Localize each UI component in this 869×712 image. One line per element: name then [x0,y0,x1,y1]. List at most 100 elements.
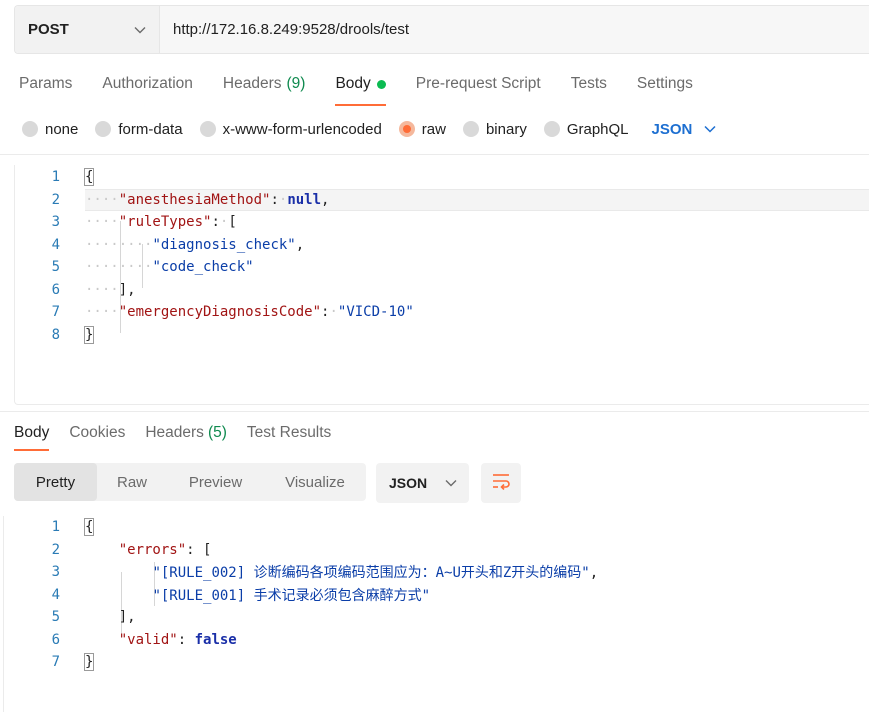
line-number: 3 [51,564,60,581]
view-preview[interactable]: Preview [167,463,264,501]
tab-label: Headers [222,75,282,92]
tab-label: Pre-request Script [415,75,541,92]
json-string: "[RULE_001] 手术记录必须包含麻醉方式" [152,587,431,604]
tab-label: Authorization [102,75,193,92]
line-number: 5 [51,609,60,626]
url-input[interactable]: http://172.16.8.249:9528/drools/test [160,6,869,53]
view-pretty[interactable]: Pretty [14,463,97,501]
line-number: 7 [51,654,60,671]
code-line: 6 ····], [15,279,869,302]
line-number: 1 [51,169,60,186]
radio-graphql[interactable]: GraphQL [543,120,629,138]
line-number: 2 [51,541,60,558]
code-line: 7 } [4,651,869,674]
json-value: false [194,631,237,648]
tab-authorization[interactable]: Authorization [102,72,192,96]
code-line: 2 "errors": [ [4,539,869,562]
code-line: 7 ····"emergencyDiagnosisCode":·"VICD-10… [15,301,869,324]
code-line: 1 { [4,516,869,539]
json-key: "ruleTypes" [118,214,212,231]
code-line: 1 { [15,166,869,189]
tab-label: Params [19,75,73,92]
radio-x-www-form-urlencoded[interactable]: x-www-form-urlencoded [199,120,382,138]
line-number: 7 [51,304,60,321]
view-mode-selector: Pretty Raw Preview Visualize [14,463,366,501]
tab-headers[interactable]: Headers (9) [223,72,306,96]
tab-label: Headers [145,424,204,441]
divider [0,411,869,412]
tab-pre-request-script[interactable]: Pre-request Script [416,72,541,96]
line-number: 4 [51,586,60,603]
response-body-viewer[interactable]: 1 { 2 "errors": [ 3 "[RULE_002] 诊断编码各项编码… [3,516,869,712]
radio-circle[interactable] [22,121,38,137]
tab-label: Body [335,75,371,92]
wrap-lines-icon [491,472,511,495]
line-number: 8 [51,326,60,343]
radio-circle[interactable] [543,121,560,137]
tab-settings[interactable]: Settings [637,72,693,96]
request-tabs: Params Authorization Headers (9) Body Pre… [19,72,723,106]
code-line: 4 ········"diagnosis_check", [15,234,869,257]
tab-label: Body [14,424,50,441]
tab-label: Settings [636,75,693,92]
radio-circle[interactable] [95,121,112,137]
line-number: 6 [51,281,60,298]
radio-none[interactable]: none [22,121,78,138]
code-line-active: 2 ····"anesthesiaMethod":·null, [15,188,869,212]
body-type-options: none form-data x-www-form-urlencoded raw… [22,118,718,140]
close-brace: } [83,653,95,672]
tab-tests[interactable]: Tests [571,72,607,96]
tab-label: Cookies [69,424,126,441]
wrap-lines-button[interactable] [481,463,521,503]
line-number: 3 [51,214,60,231]
chevron-down-icon [133,23,147,37]
headers-count: (9) [286,75,306,92]
body-format-select[interactable]: JSON [652,121,719,138]
line-number: 4 [51,236,60,253]
json-string: "code_check" [152,259,254,276]
code-line: 6 "valid": false [4,629,869,652]
body-status-dot [376,79,386,89]
method-select[interactable]: POST [15,6,160,53]
close-brace: } [83,325,95,344]
tab-label: Test Results [246,424,332,441]
json-key: "anesthesiaMethod" [118,191,271,208]
response-format-label: JSON [389,475,428,491]
response-format-select[interactable]: JSON [376,463,469,503]
radio-label: binary [485,120,527,138]
radio-circle[interactable] [462,121,479,137]
headers-count: (5) [207,424,227,441]
radio-binary[interactable]: binary [462,120,527,138]
line-number: 5 [51,259,60,276]
line-number: 1 [51,519,60,536]
chevron-down-icon [445,476,459,490]
tab-cookies[interactable]: Cookies [69,424,125,442]
open-brace: { [83,168,95,187]
tab-response-headers[interactable]: Headers (5) [145,424,227,442]
radio-form-data[interactable]: form-data [95,121,183,138]
view-visualize[interactable]: Visualize [264,463,366,501]
view-raw[interactable]: Raw [97,463,167,501]
code-line: 3 ····"ruleTypes":·[ [15,211,869,234]
radio-label: raw [421,120,446,138]
radio-raw[interactable]: raw [398,120,446,138]
radio-label: GraphQL [566,120,629,138]
tab-test-results[interactable]: Test Results [247,424,331,442]
code-line: 5 ], [4,606,869,629]
tab-body[interactable]: Body [335,72,387,106]
tab-response-body[interactable]: Body [14,424,50,451]
radio-label: x-www-form-urlencoded [222,120,382,138]
radio-circle-checked[interactable] [398,121,415,137]
json-string: "[RULE_002] 诊断编码各项编码范围应为：A~U开头和Z开头的编码" [152,565,590,582]
radio-label: none [45,120,79,138]
request-body-editor[interactable]: 1 { 2 ····"anesthesiaMethod":·null, 3 ··… [14,165,869,405]
response-tabs: Body Cookies Headers (5) Test Results [14,421,351,451]
json-string: "diagnosis_check" [152,236,296,253]
request-url-bar: POST http://172.16.8.249:9528/drools/tes… [14,5,869,54]
divider [0,154,869,155]
chevron-down-icon [704,122,718,136]
tab-params[interactable]: Params [19,72,72,96]
code-line: 3 "[RULE_002] 诊断编码各项编码范围应为：A~U开头和Z开头的编码"… [4,561,869,584]
radio-circle[interactable] [199,121,216,137]
open-brace: { [83,518,95,537]
